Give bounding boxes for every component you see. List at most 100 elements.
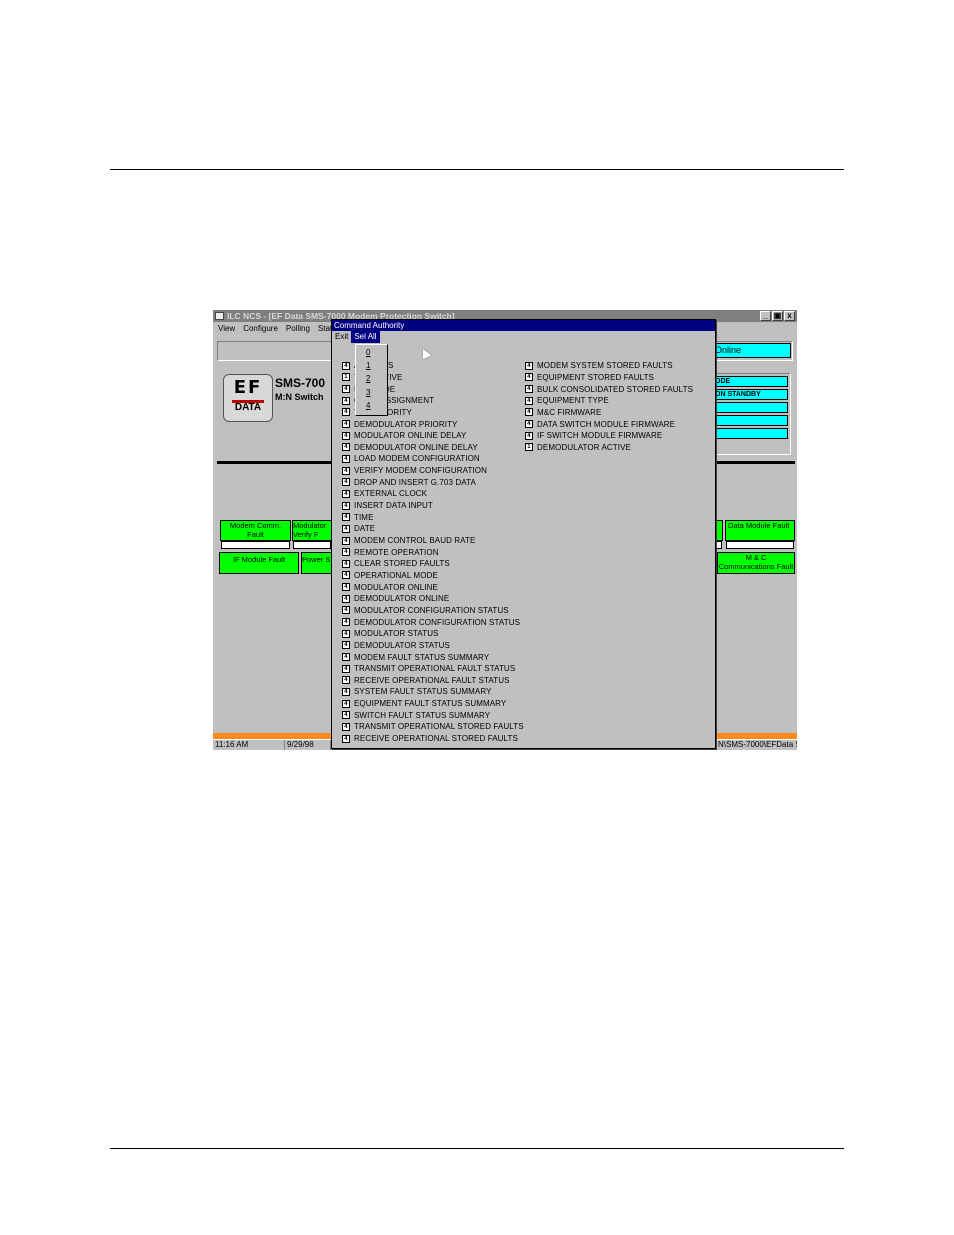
command-item[interactable]: 4 RECEIVE OPERATIONAL FAULT STATUS [342,675,510,687]
command-item[interactable]: 4 DEMODULATOR STATUS [342,640,450,652]
command-item[interactable]: 4 LOAD MODEM CONFIGURATION [342,453,480,465]
command-item[interactable]: 4 BULK CONSOLIDATED STORED FAULTS [525,383,693,395]
menu-polling[interactable]: Polling [286,323,310,335]
command-item[interactable]: 4 REMOTE OPERATION [342,546,439,558]
command-item[interactable]: 4 MODULATOR ONLINE DELAY [342,430,466,442]
command-item[interactable]: 4 EQUIPMENT TYPE [525,395,609,407]
command-item[interactable]: 4 M&C FIRMWARE [525,407,601,419]
authority-level-box[interactable]: 4 [342,559,350,568]
command-label: TRANSMIT OPERATIONAL FAULT STATUS [354,664,516,674]
command-item[interactable]: 4 RECEIVE OPERATIONAL STORED FAULTS [342,733,518,745]
authority-level-box[interactable]: 4 [342,466,350,475]
command-item[interactable]: 4 DEMODULATOR ONLINE DELAY [342,442,478,454]
close-button[interactable]: x [784,311,795,321]
authority-level-box[interactable]: 4 [342,618,350,627]
command-item[interactable]: 4 DATE [342,523,375,535]
authority-level-box[interactable]: 4 [525,361,533,370]
command-item[interactable]: 4 EXTERNAL CLOCK [342,488,427,500]
command-label: MODULATOR STATUS [354,629,439,639]
authority-level-box[interactable]: 4 [342,443,350,452]
authority-level-box[interactable]: 4 [342,583,350,592]
command-item[interactable]: 4 MODULATOR CONFIGURATION STATUS [342,605,509,617]
authority-level-box[interactable]: 1 [342,373,350,382]
authority-level-box[interactable]: 4 [342,478,350,487]
authority-level-box[interactable]: 4 [525,396,533,405]
authority-level-box[interactable]: 4 [525,420,533,429]
authority-level-box[interactable]: 4 [342,454,350,463]
command-item[interactable]: 4 DATA SWITCH MODULE FIRMWARE [525,418,675,430]
authority-level-box[interactable]: 4 [342,606,350,615]
authority-level-box[interactable]: 4 [342,664,350,673]
menu-configure[interactable]: Configure [243,323,278,335]
authority-level-box[interactable]: 4 [342,501,350,510]
command-item[interactable]: 1 DEMODULATOR ACTIVE [525,442,631,454]
menu-view[interactable]: View [218,323,235,335]
command-item[interactable]: 4 EQUIPMENT STORED FAULTS [525,372,654,384]
command-label: DEMODULATOR PRIORITY [354,419,458,429]
command-item[interactable]: 4 MODEM CONTROL BAUD RATE [342,535,475,547]
command-item[interactable]: 4 SWITCH FAULT STATUS SUMMARY [342,710,490,722]
logo-data-text: DATA [234,402,262,413]
command-item[interactable]: 4 IF SWITCH MODULE FIRMWARE [525,430,662,442]
menu-exit[interactable]: Exit [332,331,351,343]
authority-level-box[interactable]: 4 [342,548,350,557]
authority-level-box[interactable]: 4 [342,711,350,720]
authority-level-box[interactable]: 4 [342,676,350,685]
authority-level-box[interactable]: 4 [342,513,350,522]
command-label: RECEIVE OPERATIONAL FAULT STATUS [354,675,510,685]
command-item[interactable]: 4 EQUIPMENT FAULT STATUS SUMMARY [342,698,506,710]
authority-level-box[interactable]: 4 [525,431,533,440]
menu-status[interactable]: Stat [318,323,332,335]
command-item[interactable]: 4 CLEAR STORED FAULTS [342,558,450,570]
restore-button[interactable]: ▣ [772,311,783,321]
authority-level-box[interactable]: 4 [342,594,350,603]
minimize-button[interactable]: _ [760,311,771,321]
command-item[interactable]: 4 MODEM FAULT STATUS SUMMARY [342,651,489,663]
authority-level-box[interactable]: 4 [342,524,350,533]
command-item[interactable]: 4 OPERATIONAL MODE [342,570,438,582]
command-item[interactable]: 4 DEMODULATOR PRIORITY [342,418,458,430]
authority-level-box[interactable]: 4 [342,536,350,545]
authority-level-box[interactable]: 4 [342,653,350,662]
level-option-3[interactable]: 3 [366,388,370,397]
authority-level-box[interactable]: 4 [342,489,350,498]
authority-level-box[interactable]: 4 [342,420,350,429]
authority-level-box[interactable]: 4 [342,641,350,650]
authority-level-box[interactable]: 4 [342,722,350,731]
authority-level-box[interactable]: 4 [342,734,350,743]
command-label: MODEM FAULT STATUS SUMMARY [354,652,490,662]
authority-level-box[interactable]: 4 [525,385,533,394]
command-item[interactable]: 4 MODEM SYSTEM STORED FAULTS [525,360,673,372]
level-option-1[interactable]: 1 [366,361,370,370]
authority-level-box[interactable]: 4 [525,373,533,382]
menu-sel-all[interactable]: Sel All [351,331,380,343]
authority-level-box[interactable]: 4 [342,361,350,370]
command-item[interactable]: 4 DEMODULATOR ONLINE [342,593,449,605]
command-item[interactable]: 4 MODULATOR ONLINE [342,581,438,593]
command-item[interactable]: 4 SYSTEM FAULT STATUS SUMMARY [342,686,492,698]
level-option-4[interactable]: 4 [366,401,370,410]
authority-level-box[interactable]: 4 [342,687,350,696]
command-item[interactable]: 4 TRANSMIT OPERATIONAL FAULT STATUS [342,663,515,675]
command-item[interactable]: 4 VERIFY MODEM CONFIGURATION [342,465,487,477]
authority-level-box[interactable]: 4 [342,431,350,440]
command-item[interactable]: 4 DROP AND INSERT G.703 DATA [342,477,476,489]
authority-level-box[interactable]: 4 [342,408,350,417]
dialog-menu-bar: Exit Sel All [332,331,715,343]
command-item[interactable]: 4 DEMODULATOR CONFIGURATION STATUS [342,616,520,628]
authority-level-box[interactable]: 4 [342,629,350,638]
command-item[interactable]: 4 MODULATOR STATUS [342,628,439,640]
level-option-0[interactable]: 0 [366,348,370,357]
command-item[interactable]: 4 TIME [342,511,374,523]
authority-level-box[interactable]: 4 [342,385,350,394]
authority-level-box[interactable]: 4 [342,396,350,405]
authority-level-box[interactable]: 4 [342,699,350,708]
authority-level-box[interactable]: 1 [525,443,533,452]
command-item[interactable]: 4 INSERT DATA INPUT [342,500,433,512]
command-item[interactable]: 4 TRANSMIT OPERATIONAL STORED FAULTS [342,721,524,733]
authority-level-box[interactable]: 4 [342,571,350,580]
mode-field-4 [712,415,788,426]
level-option-2[interactable]: 2 [366,374,370,383]
command-label: OPERATIONAL MODE [354,570,438,580]
authority-level-box[interactable]: 4 [525,408,533,417]
